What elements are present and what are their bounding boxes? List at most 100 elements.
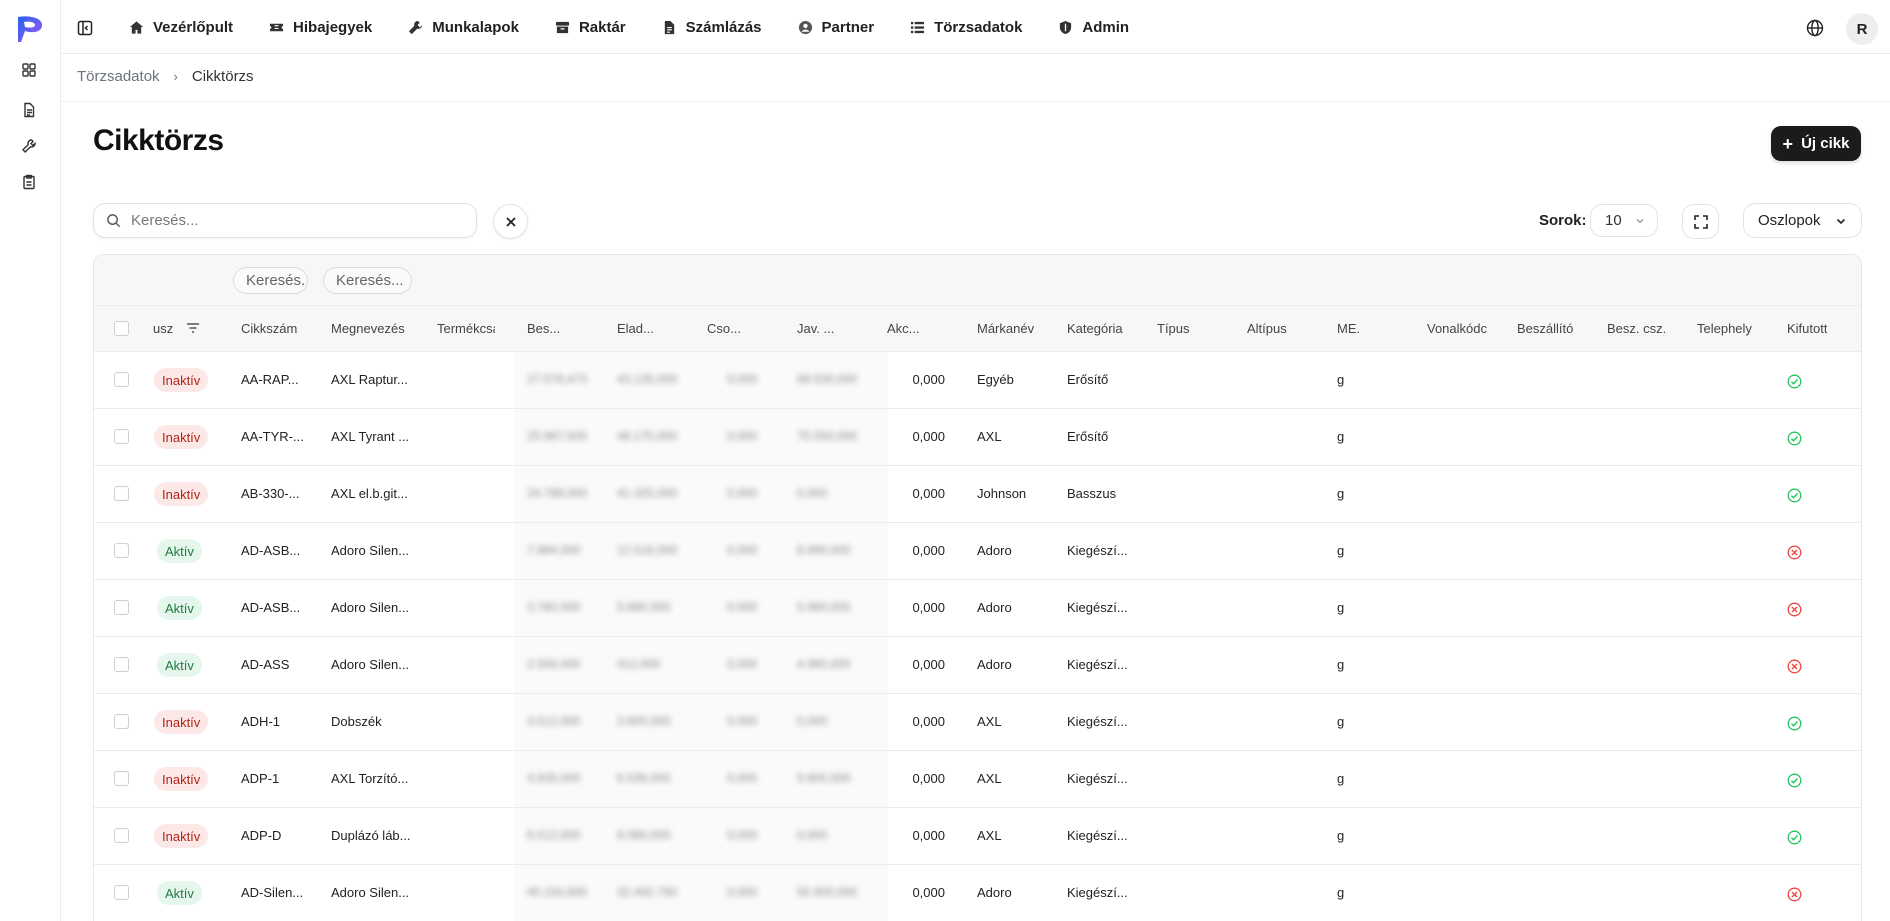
cell-csoport-blurred: 0,000 <box>727 885 758 899</box>
column-header-vonalkod[interactable]: Vonalkódc <box>1427 321 1487 336</box>
cell-kategoria: Erősítő <box>1067 372 1109 387</box>
sidebar-toggle-icon[interactable] <box>77 20 93 36</box>
nav-item-label: Partner <box>821 18 875 36</box>
fullscreen-button[interactable] <box>1682 204 1719 239</box>
table-row[interactable]: Inaktív ADP-D Duplázó láb... 6.512,000 8.080… <box>94 808 1861 865</box>
status-badge: Aktív <box>157 596 202 620</box>
document-icon[interactable] <box>18 99 40 121</box>
row-checkbox[interactable] <box>114 885 129 900</box>
check-circle-icon <box>1787 374 1802 389</box>
table-row[interactable]: Aktív AD-ASS Adoro Silen... 2.556,000 412,00… <box>94 637 1861 694</box>
column-header-beszerzesi[interactable]: Bes... <box>527 321 560 336</box>
row-checkbox[interactable] <box>114 657 129 672</box>
table-row[interactable]: Inaktív AB-330-... AXL el.b.git... 24.788,0… <box>94 466 1861 523</box>
column-header-status[interactable]: usz <box>153 321 175 336</box>
dashboard-grid-icon[interactable] <box>18 59 40 81</box>
column-header-akcios[interactable]: Akc... <box>887 321 920 336</box>
table-row[interactable]: Inaktív AA-RAP... AXL Raptur... 27.578,473 4… <box>94 352 1861 409</box>
column-header-me[interactable]: ME. <box>1337 321 1360 336</box>
cell-javasolt-blurred: 55.900,000 <box>797 885 858 899</box>
app: Vezérlőpult Hibajegyek Munkalapok Raktár… <box>0 0 1890 921</box>
column-header-besz-csz[interactable]: Besz. csz. <box>1607 321 1666 336</box>
column-header-altipus[interactable]: Altípus <box>1247 321 1287 336</box>
table-row[interactable]: Inaktív ADH-1 Dobszék 3.512,000 3.800,000 0,0… <box>94 694 1861 751</box>
table-row[interactable]: Aktív AD-ASB... Adoro Silen... 7.884,000 12.… <box>94 523 1861 580</box>
cell-eladasi-blurred: 48.175,000 <box>617 429 678 443</box>
globe-icon[interactable] <box>1806 19 1824 37</box>
nav-item-hibajegyek[interactable]: Hibajegyek <box>269 12 372 42</box>
column-header-beszallito[interactable]: Beszállító <box>1517 321 1573 336</box>
divider <box>61 101 1890 102</box>
column-header-javasolt[interactable]: Jav. ... <box>797 321 834 336</box>
filter-pill-status[interactable]: Keresés... <box>233 267 308 294</box>
column-header-cikkszam[interactable]: Cikkszám <box>241 321 297 336</box>
x-circle-icon <box>1787 545 1802 560</box>
cell-markanev: Adoro <box>977 543 1012 558</box>
rows-value: 10 <box>1605 212 1622 229</box>
row-checkbox[interactable] <box>114 429 129 444</box>
nav-item-szamlazas[interactable]: Számlázás <box>662 12 762 42</box>
clear-search-button[interactable] <box>493 204 528 239</box>
column-header-tipus[interactable]: Típus <box>1157 321 1190 336</box>
column-header-kifutott[interactable]: Kifutott <box>1787 321 1827 336</box>
row-checkbox[interactable] <box>114 600 129 615</box>
nav-item-raktar[interactable]: Raktár <box>555 12 626 42</box>
nav-item-munkalapok[interactable]: Munkalapok <box>408 12 519 42</box>
wrench-icon[interactable] <box>18 135 40 157</box>
items-table: Keresés... Keresés... usz Cikkszám Megne… <box>93 254 1862 921</box>
row-checkbox[interactable] <box>114 486 129 501</box>
cell-javasolt-blurred: 8.990,000 <box>797 543 851 557</box>
search-input[interactable] <box>131 212 431 229</box>
columns-dropdown[interactable]: Oszlopok <box>1743 203 1862 238</box>
main-nav: Vezérlőpult Hibajegyek Munkalapok Raktár… <box>129 0 1165 54</box>
cell-me: g <box>1337 372 1345 387</box>
column-header-csoport[interactable]: Cso... <box>707 321 741 336</box>
cell-beszerzesi-blurred: 45.154,800 <box>527 885 588 899</box>
table-row[interactable]: Aktív AD-ASB... Adoro Silen... 3.780,000 5.6… <box>94 580 1861 637</box>
filter-pill-sku[interactable]: Keresés... <box>323 267 412 294</box>
cell-cikkszam: AD-ASS <box>241 657 290 672</box>
column-header-markanev[interactable]: Márkanév <box>977 321 1034 336</box>
rows-per-page-select[interactable]: 10 <box>1590 204 1658 237</box>
cell-javasolt-blurred: 9.900,000 <box>797 771 851 785</box>
table-row[interactable]: Inaktív AA-TYR-... AXL Tyrant ... 25.967,50… <box>94 409 1861 466</box>
app-logo-icon[interactable] <box>15 14 45 44</box>
breadcrumb: Törzsadatok › Cikktörzs <box>77 68 254 85</box>
new-item-label: Új cikk <box>1801 135 1850 152</box>
row-checkbox[interactable] <box>114 828 129 843</box>
row-checkbox[interactable] <box>114 771 129 786</box>
cell-kategoria: Kiegészí... <box>1067 657 1128 672</box>
cell-megnevezes: AXL el.b.git... <box>331 486 408 501</box>
table-row[interactable]: Inaktív ADP-1 AXL Torzító... 4.835,000 6.536… <box>94 751 1861 808</box>
clipboard-icon[interactable] <box>18 171 40 193</box>
nav-item-partner[interactable]: Partner <box>798 12 875 42</box>
column-header-kategoria[interactable]: Kategória <box>1067 321 1123 336</box>
cell-markanev: Egyéb <box>977 372 1014 387</box>
column-header-termekcsoport[interactable]: Termékcsa <box>437 321 495 336</box>
cell-javasolt-blurred: 69.530,000 <box>797 372 858 386</box>
new-item-button[interactable]: + Új cikk <box>1771 126 1861 161</box>
cell-megnevezes: AXL Tyrant ... <box>331 429 410 444</box>
select-all-checkbox[interactable] <box>114 321 129 336</box>
table-row[interactable]: Aktív AD-Silen... Adoro Silen... 45.154,800… <box>94 865 1861 921</box>
cell-eladasi-blurred: 6.536,000 <box>617 771 671 785</box>
cell-kategoria: Kiegészí... <box>1067 714 1128 729</box>
filter-lines-icon[interactable] <box>186 322 200 334</box>
cell-csoport-blurred: 0,000 <box>727 429 758 443</box>
nav-item-admin[interactable]: Admin <box>1058 12 1129 42</box>
nav-item-torzsadatok[interactable]: Törzsadatok <box>910 12 1022 42</box>
cell-eladasi-blurred: 3.800,000 <box>617 714 671 728</box>
avatar[interactable]: R <box>1846 13 1878 45</box>
row-checkbox[interactable] <box>114 714 129 729</box>
row-checkbox[interactable] <box>114 543 129 558</box>
column-header-telephely[interactable]: Telephely <box>1697 321 1752 336</box>
cell-csoport-blurred: 0,000 <box>727 771 758 785</box>
breadcrumb-parent-link[interactable]: Törzsadatok <box>77 68 160 85</box>
cell-megnevezes: AXL Raptur... <box>331 372 408 387</box>
column-header-eladasi[interactable]: Elad... <box>617 321 654 336</box>
row-checkbox[interactable] <box>114 372 129 387</box>
cell-akcios: 0,000 <box>912 885 945 900</box>
cell-beszerzesi-blurred: 6.512,000 <box>527 828 581 842</box>
nav-item-vezerlopult[interactable]: Vezérlőpult <box>129 12 233 42</box>
column-header-megnevezes[interactable]: Megnevezés <box>331 321 405 336</box>
